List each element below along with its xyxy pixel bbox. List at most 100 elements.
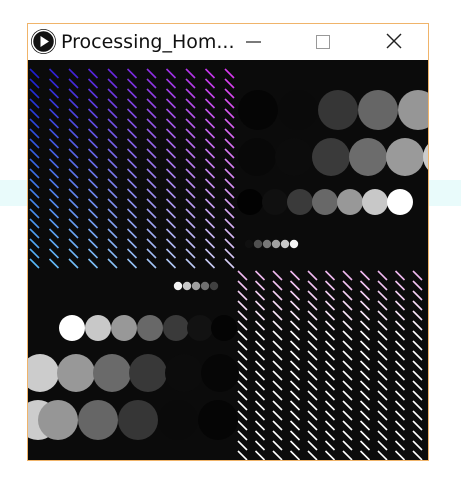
diagonal-line (272, 380, 283, 391)
diagonal-line (87, 238, 99, 249)
diagonal-line (307, 340, 318, 351)
diagonal-line (289, 380, 301, 391)
circle-dot (198, 400, 238, 440)
diagonal-line (412, 290, 423, 301)
diagonal-line (165, 148, 177, 159)
diagonal-line (107, 238, 118, 249)
circle-dot (182, 281, 192, 291)
diagonal-line (87, 188, 99, 199)
diagonal-line (359, 290, 371, 301)
diagonal-line (165, 168, 177, 179)
diagonal-line (68, 88, 79, 99)
circle-dot (38, 400, 78, 440)
diagonal-line (254, 360, 266, 371)
diagonal-line (324, 350, 336, 361)
diagonal-line (68, 138, 79, 149)
diagonal-line (204, 248, 216, 259)
diagonal-line (289, 410, 301, 421)
diagonal-line (204, 148, 216, 159)
diagonal-line (224, 178, 235, 189)
diagonal-line (146, 258, 157, 269)
diagonal-line (204, 198, 216, 209)
diagonal-line (185, 248, 196, 259)
circle-dot (158, 400, 198, 440)
diagonal-line (204, 228, 216, 239)
circle-dot (118, 400, 158, 440)
diagonal-line (204, 168, 216, 179)
title-bar[interactable]: Processing_Hom... (28, 24, 428, 60)
circle-dot (28, 354, 59, 392)
diagonal-line (204, 128, 216, 139)
diagonal-line (412, 420, 423, 431)
diagonal-line (165, 128, 177, 139)
diagonal-line (68, 148, 79, 159)
diagonal-line (324, 280, 336, 291)
maximize-button[interactable] (298, 24, 344, 60)
diagonal-line (289, 420, 301, 431)
diagonal-line (359, 280, 371, 291)
diagonal-line (289, 450, 301, 460)
diagonal-line (324, 320, 336, 331)
diagonal-line (324, 300, 336, 311)
diagonal-line (394, 340, 406, 351)
diagonal-line (204, 68, 216, 79)
diagonal-line (377, 380, 388, 391)
diagonal-line (254, 320, 266, 331)
diagonal-line (342, 270, 353, 281)
diagonal-line (146, 128, 157, 139)
diagonal-line (377, 370, 388, 381)
diagonal-line (146, 198, 157, 209)
diagonal-line (224, 188, 235, 199)
diagonal-line (359, 300, 371, 311)
diagonal-line (204, 238, 216, 249)
diagonal-line (126, 98, 138, 109)
diagonal-line (87, 208, 99, 219)
diagonal-line (29, 148, 40, 159)
diagonal-line (29, 78, 40, 89)
diagonal-line (126, 248, 138, 259)
diagonal-line (224, 208, 235, 219)
close-button[interactable] (370, 24, 416, 60)
diagonal-line (307, 370, 318, 381)
diagonal-line (324, 360, 336, 371)
diagonal-line (29, 248, 40, 259)
circle-dot (398, 90, 428, 130)
diagonal-line (48, 208, 60, 219)
diagonal-line (204, 98, 216, 109)
sketch-canvas[interactable] (28, 60, 428, 460)
diagonal-line (307, 420, 318, 431)
diagonal-line (272, 440, 283, 451)
diagonal-line (165, 178, 177, 189)
diagonal-line (126, 128, 138, 139)
circle-dot (289, 239, 299, 249)
diagonal-line (237, 300, 248, 311)
diagonal-line (342, 380, 353, 391)
minimize-button[interactable] (228, 24, 274, 60)
diagonal-line (377, 390, 388, 401)
diagonal-line (377, 450, 388, 460)
diagonal-line (87, 78, 99, 89)
diagonal-line (224, 168, 235, 179)
diagonal-line (68, 158, 79, 169)
diagonal-line (68, 168, 79, 179)
diagonal-line (146, 248, 157, 259)
diagonal-line (307, 450, 318, 460)
diagonal-line (254, 310, 266, 321)
diagonal-line (29, 108, 40, 119)
diagonal-line (289, 440, 301, 451)
diagonal-line (237, 350, 248, 361)
circle-dot (173, 281, 183, 291)
diagonal-line (324, 450, 336, 460)
circle-dot (312, 138, 350, 176)
diagonal-line (126, 68, 138, 79)
diagonal-line (289, 430, 301, 441)
diagonal-line (394, 420, 406, 431)
diagonal-line (224, 128, 235, 139)
diagonal-line (359, 450, 371, 460)
diagonal-line (126, 148, 138, 159)
diagonal-line (126, 118, 138, 129)
diagonal-line (412, 270, 423, 281)
diagonal-line (324, 400, 336, 411)
diagonal-line (324, 340, 336, 351)
diagonal-line (126, 108, 138, 119)
